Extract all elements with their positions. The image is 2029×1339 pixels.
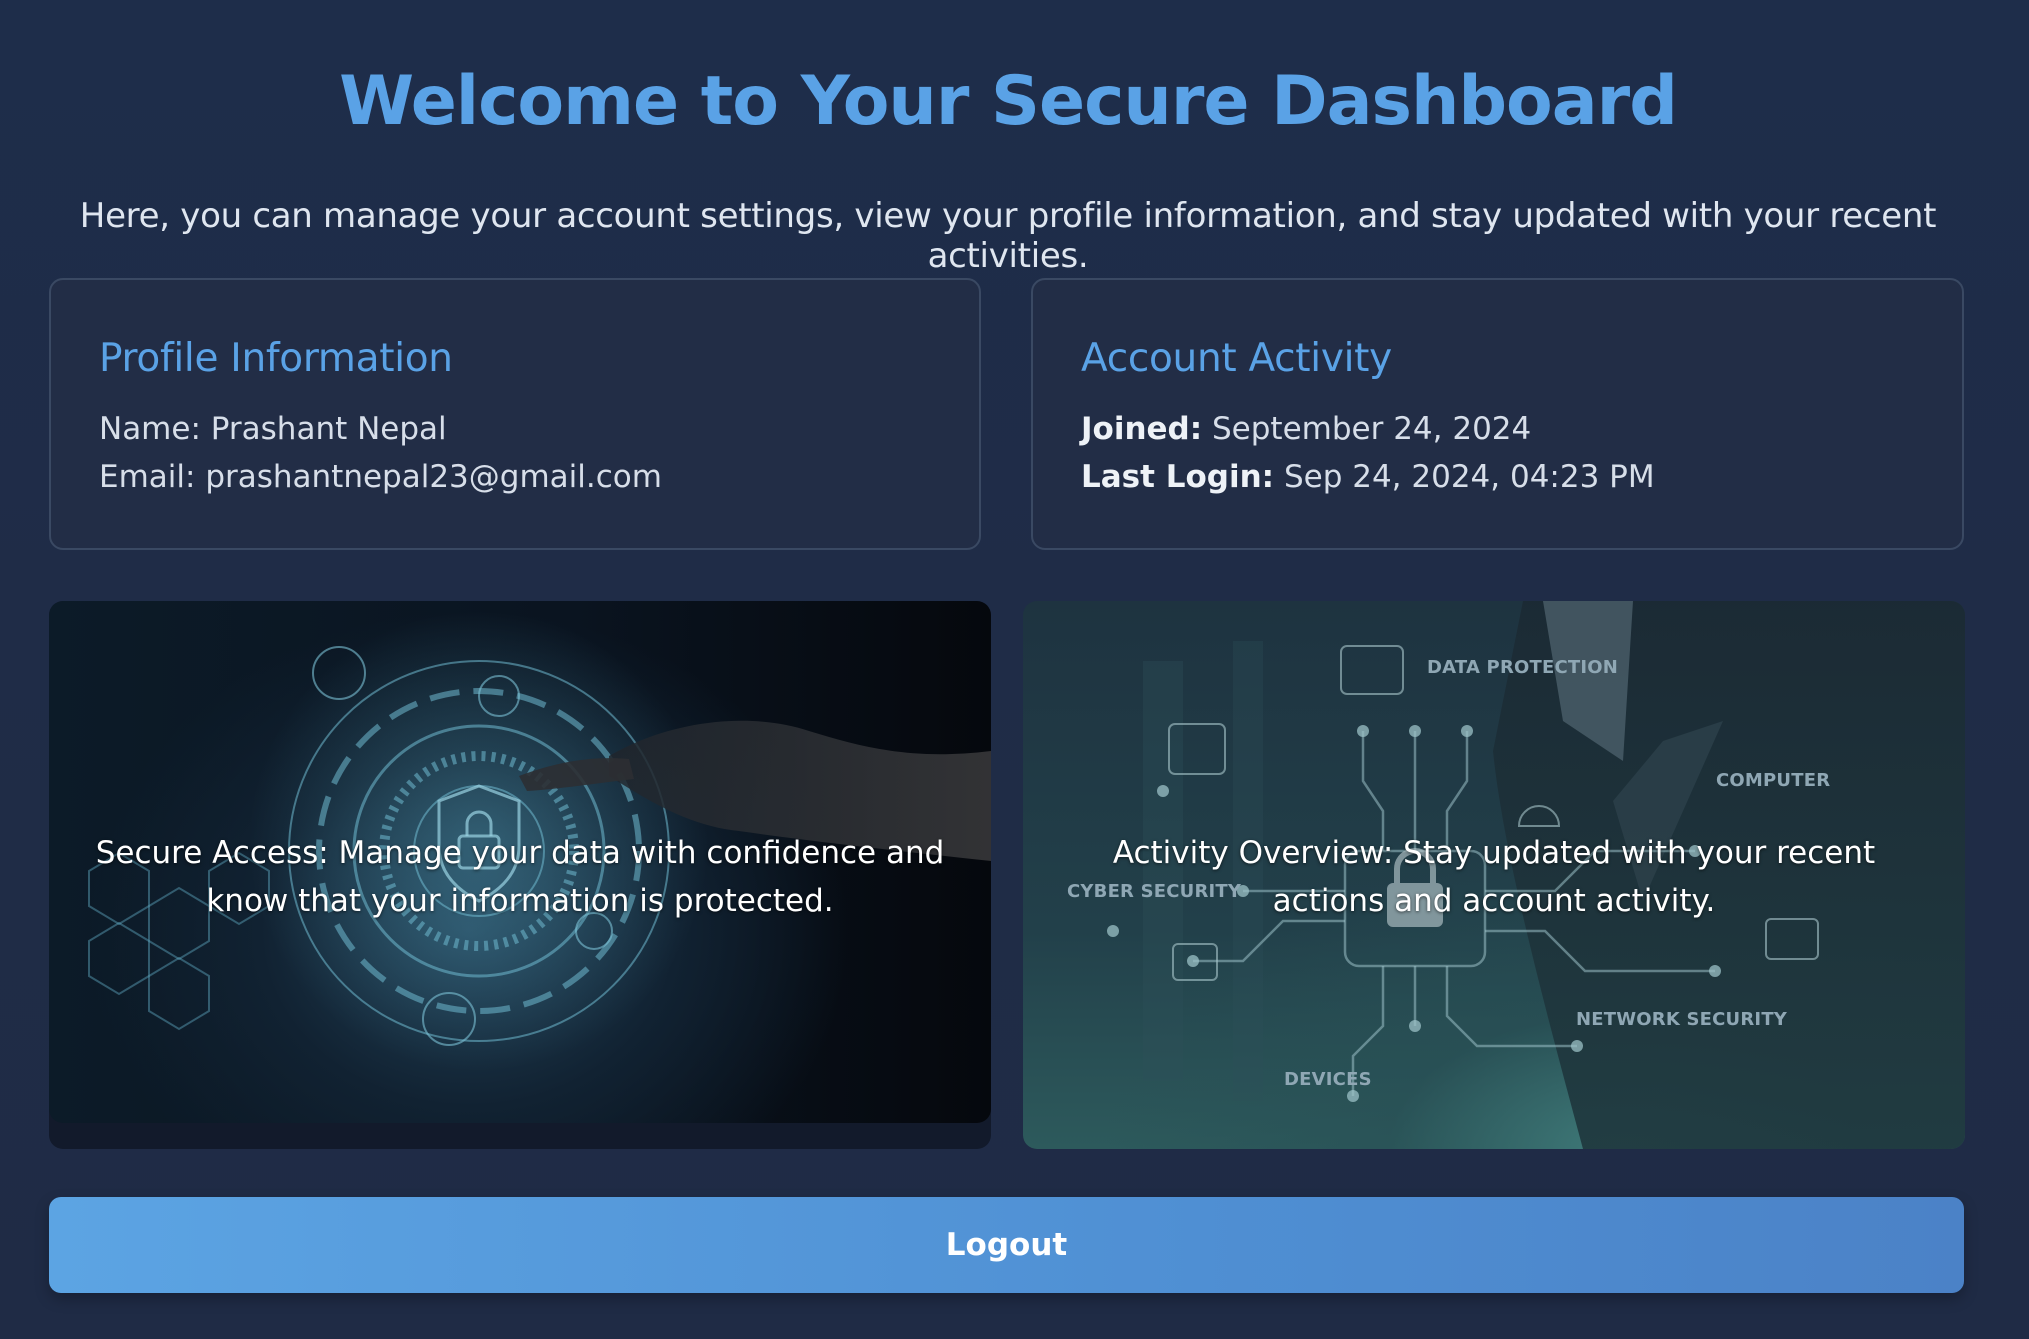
last-login-row: Last Login: Sep 24, 2024, 04:23 PM: [1081, 453, 1914, 501]
account-activity-card: Account Activity Joined: September 24, 2…: [1031, 278, 1964, 550]
page-subtitle: Here, you can manage your account settin…: [79, 196, 1937, 276]
profile-card: Profile Information Name: Prashant Nepal…: [49, 278, 981, 550]
network-security-label: NETWORK SECURITY: [1576, 1009, 1788, 1030]
name-label: Name:: [99, 411, 201, 447]
profile-heading: Profile Information: [99, 336, 453, 381]
last-login-value: Sep 24, 2024, 04:23 PM: [1283, 459, 1655, 495]
profile-email-row: Email: prashantnepal23@gmail.com: [99, 453, 931, 501]
profile-name-row: Name: Prashant Nepal: [99, 405, 931, 453]
activity-heading: Account Activity: [1081, 336, 1392, 381]
joined-row: Joined: September 24, 2024: [1081, 405, 1914, 453]
secure-access-text: Secure Access: Manage your data with con…: [95, 835, 945, 919]
email-label: Email:: [99, 459, 196, 495]
secure-access-image: Secure Access: Manage your data with con…: [49, 601, 991, 1123]
dashboard-page: Welcome to Your Secure Dashboard Here, y…: [0, 0, 2029, 1339]
last-login-label: Last Login:: [1081, 459, 1275, 495]
data-protection-label: DATA PROTECTION: [1427, 657, 1618, 678]
email-value: prashantnepal23@gmail.com: [205, 459, 662, 495]
logout-button[interactable]: Logout: [49, 1197, 1964, 1293]
devices-label: DEVICES: [1284, 1069, 1372, 1090]
secure-access-card: Secure Access: Manage your data with con…: [49, 601, 991, 1149]
activity-overview-text: Activity Overview: Stay updated with you…: [1112, 835, 1876, 919]
page-title: Welcome to Your Secure Dashboard: [339, 62, 1678, 141]
computer-label: COMPUTER: [1716, 770, 1830, 791]
joined-value: September 24, 2024: [1212, 411, 1532, 447]
joined-label: Joined:: [1081, 411, 1203, 447]
activity-overview-card: DATA PROTECTION COMPUTER CYBER SECURITY …: [1023, 601, 1965, 1149]
name-value: Prashant Nepal: [210, 411, 447, 447]
